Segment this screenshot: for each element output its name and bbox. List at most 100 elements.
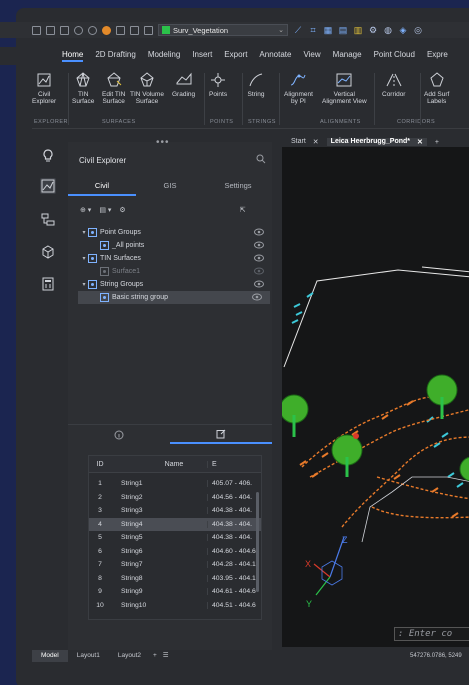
save-icon[interactable]	[32, 25, 41, 35]
ribbon-section-strings[interactable]: STRINGS	[248, 119, 276, 125]
table-row[interactable]: 5 String5 404.38 - 404.	[89, 531, 261, 545]
chevron-down-icon[interactable]: ▾	[80, 281, 88, 288]
table-row[interactable]: 1 String1 405.07 - 406.	[89, 477, 261, 491]
menu-item-annotate[interactable]: Annotate	[259, 50, 291, 62]
ribbon-string-button[interactable]: String	[247, 71, 265, 98]
tree-node[interactable]: ▾ String Groups	[68, 278, 272, 291]
view-cube-icon[interactable]: ◈	[398, 25, 408, 35]
table-row[interactable]: 8 String8 403.95 - 404.1	[89, 572, 261, 586]
edit-tab[interactable]	[170, 425, 272, 444]
tab-civil[interactable]: Civil	[68, 178, 136, 196]
search-icon[interactable]	[256, 154, 266, 164]
render-icon[interactable]: ◎	[413, 25, 423, 35]
menu-item-insert[interactable]: Insert	[192, 50, 212, 62]
settings-icon[interactable]: ⚙	[368, 25, 378, 35]
table-icon[interactable]: ▤ ▾	[99, 206, 111, 214]
sun-icon[interactable]	[116, 25, 125, 35]
menu-item-manage[interactable]: Manage	[333, 50, 362, 62]
tree-node[interactable]: Surface1	[68, 265, 272, 278]
ruler-icon[interactable]: ⟋	[293, 25, 303, 35]
bulb-icon[interactable]	[102, 25, 111, 35]
column-id[interactable]: ID	[89, 461, 111, 468]
ribbon-grading-button[interactable]: Grading	[172, 71, 195, 98]
ribbon-edit-tin-surface-button[interactable]: Edit TIN Surface	[102, 71, 125, 105]
table-row[interactable]: 4 String4 404.38 - 404.	[89, 517, 261, 531]
chevron-down-icon[interactable]: ▾	[80, 229, 88, 236]
ribbon-section-points[interactable]: POINTS	[210, 119, 233, 125]
menu-item-view[interactable]: View	[303, 50, 320, 62]
ortho-icon[interactable]: ▤	[338, 25, 348, 35]
info-tab[interactable]	[68, 425, 170, 444]
add-icon[interactable]: ⊕ ▾	[80, 206, 91, 214]
ribbon-corridor-button[interactable]: Corridor	[382, 71, 405, 98]
ribbon-add-surf-labels-button[interactable]: Add Surf Labels	[424, 71, 449, 105]
settings-icon[interactable]: ⚙	[119, 206, 125, 214]
ribbon-tin-volume-surface-button[interactable]: TIN Volume Surface	[130, 71, 164, 105]
column-name[interactable]: Name	[111, 461, 207, 468]
table-scrollbar[interactable]	[256, 492, 259, 592]
table-row[interactable]: 2 String2 404.56 - 404.	[89, 491, 261, 505]
add-layout-button[interactable]: +	[150, 650, 160, 662]
tab-gis[interactable]: GIS	[136, 178, 204, 196]
visibility-eye-icon[interactable]	[254, 254, 264, 262]
layout-list-icon[interactable]: ☰	[160, 650, 172, 662]
ribbon-section-surfaces[interactable]: SURFACES	[102, 119, 136, 125]
layout1-tab[interactable]: Layout1	[68, 650, 109, 662]
menu-item-home[interactable]: Home	[62, 50, 84, 62]
menu-item-2d-drafting[interactable]: 2D Drafting	[95, 50, 135, 62]
menu-item-export[interactable]: Export	[224, 50, 247, 62]
layout2-tab[interactable]: Layout2	[109, 650, 150, 662]
close-icon[interactable]: ✕	[417, 138, 423, 146]
column-elevation[interactable]: E	[207, 460, 259, 468]
ribbon-points-button[interactable]: Points	[209, 71, 227, 98]
globe-icon[interactable]: ◍	[383, 25, 393, 35]
table-row[interactable]: 7 String7 404.28 - 404.1	[89, 558, 261, 572]
grid-icon[interactable]: ▦	[323, 25, 333, 35]
tree-node[interactable]: ▾ TIN Surfaces	[68, 252, 272, 265]
ribbon-civil-explorer-button[interactable]: Civil Explorer	[32, 71, 56, 105]
print-icon[interactable]	[144, 25, 153, 35]
undo-icon[interactable]	[74, 25, 83, 35]
table-row[interactable]: 10 String10 404.51 - 404.6	[89, 599, 261, 613]
close-icon[interactable]: ✕	[313, 138, 319, 146]
snap-icon[interactable]: ⌗	[308, 25, 318, 35]
drawing-viewport[interactable]: Z X Y	[279, 147, 469, 647]
ribbon-section-explorer[interactable]: EXPLORER	[34, 119, 68, 125]
menu-item-expre[interactable]: Expre	[427, 50, 448, 62]
ribbon-section-alignments[interactable]: ALIGNMENTS	[320, 119, 361, 125]
layers-icon[interactable]: ▥	[353, 25, 363, 35]
open-file-icon[interactable]	[60, 25, 69, 35]
new-file-icon[interactable]	[46, 25, 55, 35]
pointer-icon[interactable]: ⇱	[240, 206, 246, 214]
structure-icon[interactable]	[40, 212, 56, 228]
document-tab[interactable]: Leica Heerbrugg_Pond* ✕	[326, 138, 427, 146]
ribbon-vertical-alignment-view-button[interactable]: Vertical Alignment View	[322, 71, 367, 105]
calculator-icon[interactable]	[40, 276, 56, 292]
panel-grip[interactable]: •••	[156, 137, 170, 148]
tree-node[interactable]: _All points	[68, 239, 272, 252]
redo-icon[interactable]	[88, 25, 97, 35]
chevron-down-icon[interactable]: ▾	[80, 255, 88, 262]
menu-item-modeling[interactable]: Modeling	[148, 50, 180, 62]
tab-settings[interactable]: Settings	[204, 178, 272, 196]
table-row[interactable]: 6 String6 404.60 - 404.6	[89, 545, 261, 559]
document-tab[interactable]: +	[431, 139, 450, 146]
menu-item-point-cloud[interactable]: Point Cloud	[374, 50, 415, 62]
layer-dropdown[interactable]: Surv_Vegetation ⌄	[158, 24, 288, 36]
document-tab[interactable]: Start ✕	[287, 138, 323, 146]
ribbon-tin-surface-button[interactable]: TIN Surface	[72, 71, 94, 105]
ribbon-section-corridors[interactable]: CORRIDORS	[397, 119, 435, 125]
table-row[interactable]: 9 String9 404.61 - 404.6	[89, 585, 261, 599]
visibility-eye-icon[interactable]	[254, 280, 264, 288]
visibility-eye-icon[interactable]	[254, 228, 264, 236]
table-row[interactable]: 3 String3 404.38 - 404.	[89, 504, 261, 518]
visibility-eye-icon[interactable]	[254, 241, 264, 249]
tree-node[interactable]: Basic string group	[78, 291, 270, 304]
ribbon-alignment-by-pi-button[interactable]: Alignment by PI	[284, 71, 313, 105]
tree-node[interactable]: ▾ Point Groups	[68, 226, 272, 239]
command-line[interactable]: : Enter co	[394, 627, 469, 641]
cube-icon[interactable]	[40, 244, 56, 260]
visibility-eye-icon[interactable]	[254, 267, 264, 275]
lightbulb-icon[interactable]	[40, 148, 56, 164]
visibility-eye-icon[interactable]	[252, 293, 262, 301]
